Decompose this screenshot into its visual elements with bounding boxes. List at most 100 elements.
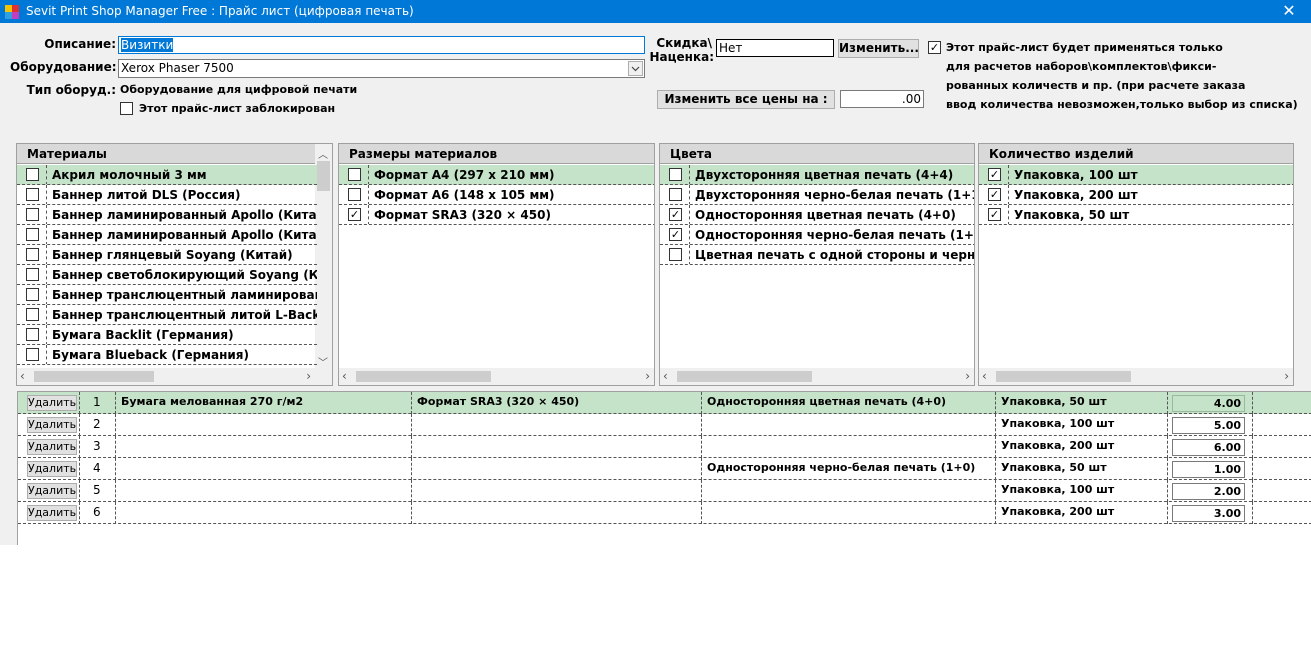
sizes-list-item[interactable]: Формат А6 (148 х 105 мм): [339, 185, 654, 205]
quantities-list-item[interactable]: Упаковка, 200 шт: [979, 185, 1293, 205]
price-input[interactable]: 2.00: [1172, 483, 1245, 500]
locked-checkbox[interactable]: [120, 102, 133, 115]
materials-item-checkbox[interactable]: [26, 268, 39, 281]
horizontal-scroll-thumb[interactable]: [996, 371, 1131, 382]
materials-item-checkbox[interactable]: [26, 288, 39, 301]
sizes-item-checkbox[interactable]: [348, 188, 361, 201]
change-all-prices-button[interactable]: Изменить все цены на :: [657, 90, 835, 109]
sizes-header: Размеры материалов: [339, 144, 654, 164]
quantities-horizontal-scrollbar[interactable]: ‹ ›: [979, 368, 1293, 385]
price-input[interactable]: 3.00: [1172, 505, 1245, 522]
colors-item-checkbox[interactable]: [669, 168, 682, 181]
table-row[interactable]: Удалить 4 Односторонняя черно-белая печать…: [18, 458, 1311, 480]
scroll-left-icon[interactable]: ‹: [20, 369, 25, 383]
materials-list-item[interactable]: Баннер глянцевый Soyang (Китай): [17, 245, 317, 265]
color-cell: [702, 436, 996, 458]
colors-item-checkbox[interactable]: [669, 228, 682, 241]
change-discount-button[interactable]: Изменить...: [838, 39, 919, 58]
scroll-right-icon[interactable]: ›: [645, 369, 650, 383]
table-row[interactable]: Удалить 2 Упаковка, 100 шт 5.00: [18, 414, 1311, 436]
materials-item-checkbox[interactable]: [26, 208, 39, 221]
price-input[interactable]: 4.00: [1172, 395, 1245, 412]
materials-list-item[interactable]: Баннер светоблокирующий Soyang (Кита: [17, 265, 317, 285]
materials-item-checkbox[interactable]: [26, 248, 39, 261]
delete-cell: Удалить: [18, 480, 80, 502]
quantities-item-checkbox[interactable]: [988, 208, 1001, 221]
quantities-list-item[interactable]: Упаковка, 50 шт: [979, 205, 1293, 225]
description-input[interactable]: Визитки: [118, 36, 645, 54]
colors-list-item[interactable]: Односторонняя черно-белая печать (1+0): [660, 225, 974, 245]
scroll-left-icon[interactable]: ‹: [342, 369, 347, 383]
price-input[interactable]: 1.00: [1172, 461, 1245, 478]
checkbox-cell: [660, 165, 690, 184]
delete-row-button[interactable]: Удалить: [27, 461, 77, 477]
delete-row-button[interactable]: Удалить: [27, 483, 77, 499]
colors-list-item[interactable]: Односторонняя цветная печать (4+0): [660, 205, 974, 225]
materials-item-checkbox[interactable]: [26, 228, 39, 241]
table-row[interactable]: Удалить 6 Упаковка, 200 шт 3.00: [18, 502, 1311, 524]
materials-item-checkbox[interactable]: [26, 348, 39, 361]
equipment-select[interactable]: Xerox Phaser 7500: [118, 59, 645, 78]
sizes-item-checkbox[interactable]: [348, 208, 361, 221]
scroll-right-icon[interactable]: ›: [965, 369, 970, 383]
horizontal-scroll-thumb[interactable]: [677, 371, 812, 382]
sizes-list-item[interactable]: Формат А4 (297 х 210 мм): [339, 165, 654, 185]
colors-list-item[interactable]: Двухсторонняя черно-белая печать (1+1): [660, 185, 974, 205]
quantities-list-item[interactable]: Упаковка, 100 шт: [979, 165, 1293, 185]
scroll-down-icon[interactable]: ﹀: [318, 354, 328, 369]
materials-list-item[interactable]: Баннер ламинированный Apollo (Китай) 4: [17, 225, 317, 245]
materials-vertical-scrollbar[interactable]: ︿ ﹀: [315, 144, 332, 370]
color-cell: Односторонняя цветная печать (4+0): [702, 392, 996, 414]
colors-horizontal-scrollbar[interactable]: ‹ ›: [660, 368, 974, 385]
materials-list-item[interactable]: Бумага Blueback (Германия): [17, 345, 317, 365]
materials-list-item[interactable]: Баннер транслюцентный ламинированнь: [17, 285, 317, 305]
scroll-right-icon[interactable]: ›: [1284, 369, 1289, 383]
price-input[interactable]: 6.00: [1172, 439, 1245, 456]
size-cell: [412, 414, 702, 436]
close-icon[interactable]: ✕: [1267, 0, 1311, 23]
vertical-scroll-thumb[interactable]: [317, 161, 330, 191]
colors-list-item[interactable]: Цветная печать с одной стороны и черно-б: [660, 245, 974, 265]
note-checkbox[interactable]: [928, 41, 941, 54]
materials-header: Материалы: [17, 144, 315, 164]
horizontal-scroll-thumb[interactable]: [356, 371, 491, 382]
table-row[interactable]: Удалить 1 Бумага мелованная 270 г/м2 Формат…: [18, 392, 1311, 414]
materials-list-item[interactable]: Акрил молочный 3 мм: [17, 165, 317, 185]
horizontal-scroll-thumb[interactable]: [34, 371, 154, 382]
materials-item-checkbox[interactable]: [26, 328, 39, 341]
delete-row-button[interactable]: Удалить: [27, 505, 77, 521]
scroll-left-icon[interactable]: ‹: [663, 369, 668, 383]
colors-item-label: Двухсторонняя цветная печать (4+4): [695, 168, 954, 182]
materials-list-item[interactable]: Баннер транслюцентный литой L-Back (П: [17, 305, 317, 325]
sizes-horizontal-scrollbar[interactable]: ‹ ›: [339, 368, 654, 385]
materials-list-item[interactable]: Баннер литой DLS (Россия): [17, 185, 317, 205]
colors-item-checkbox[interactable]: [669, 248, 682, 261]
materials-item-checkbox[interactable]: [26, 308, 39, 321]
delete-row-button[interactable]: Удалить: [27, 439, 77, 455]
delete-row-button[interactable]: Удалить: [27, 395, 77, 411]
sizes-item-checkbox[interactable]: [348, 168, 361, 181]
quantities-item-checkbox[interactable]: [988, 188, 1001, 201]
scroll-up-icon[interactable]: ︿: [318, 146, 328, 161]
delete-row-button[interactable]: Удалить: [27, 417, 77, 433]
price-input[interactable]: 5.00: [1172, 417, 1245, 434]
table-row[interactable]: Удалить 3 Упаковка, 200 шт 6.00: [18, 436, 1311, 458]
size-cell: [412, 436, 702, 458]
scroll-right-icon[interactable]: ›: [306, 369, 311, 383]
color-text: Односторонняя цветная печать (4+0): [707, 395, 947, 408]
discount-field[interactable]: Нет: [716, 39, 834, 57]
price-list-window: Sevit Print Shop Manager Free : Прайс ли…: [0, 0, 1311, 545]
materials-horizontal-scrollbar[interactable]: ‹ ›: [17, 368, 332, 385]
quantities-item-checkbox[interactable]: [988, 168, 1001, 181]
colors-item-checkbox[interactable]: [669, 208, 682, 221]
materials-item-checkbox[interactable]: [26, 168, 39, 181]
scroll-left-icon[interactable]: ‹: [982, 369, 987, 383]
colors-list-item[interactable]: Двухсторонняя цветная печать (4+4): [660, 165, 974, 185]
sizes-list-item[interactable]: Формат SRA3 (320 × 450): [339, 205, 654, 225]
table-row[interactable]: Удалить 5 Упаковка, 100 шт 2.00: [18, 480, 1311, 502]
colors-item-checkbox[interactable]: [669, 188, 682, 201]
materials-list-item[interactable]: Баннер ламинированный Apollo (Китай) 3: [17, 205, 317, 225]
change-all-value-input[interactable]: .00: [840, 90, 924, 108]
materials-list-item[interactable]: Бумага Backlit (Германия): [17, 325, 317, 345]
materials-item-checkbox[interactable]: [26, 188, 39, 201]
